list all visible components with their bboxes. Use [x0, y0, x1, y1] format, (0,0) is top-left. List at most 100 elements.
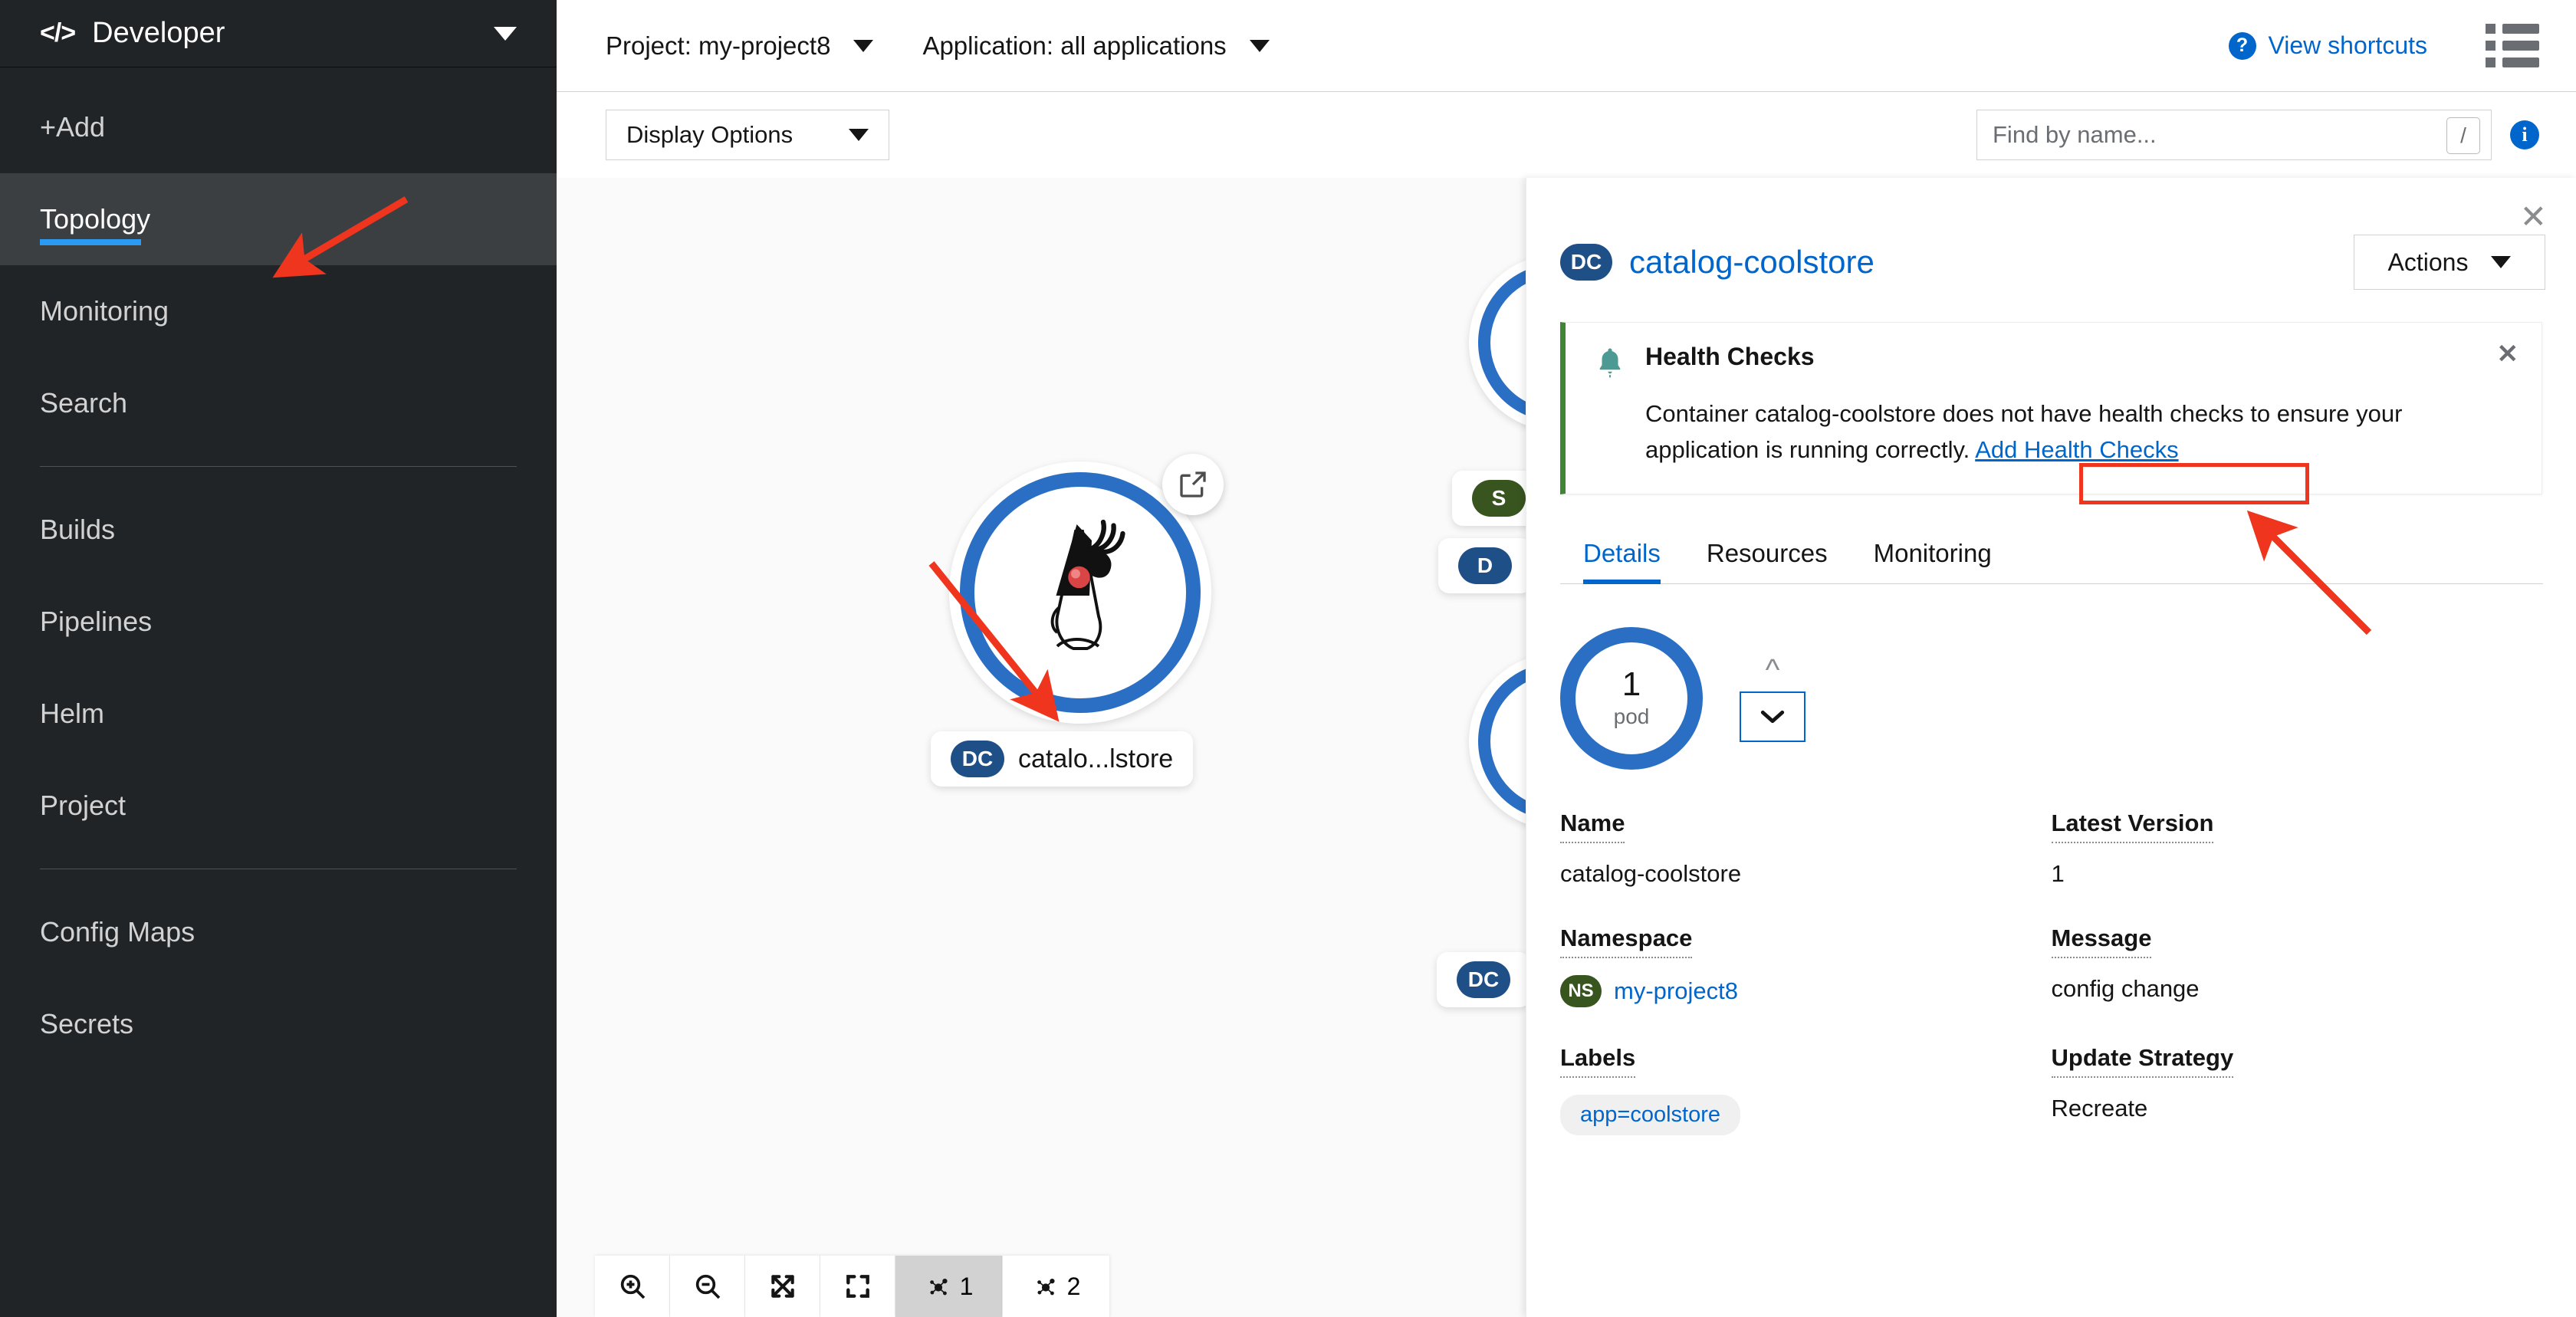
label-chip[interactable]: app=coolstore — [1560, 1095, 1740, 1135]
chevron-down-icon — [1249, 39, 1270, 52]
pod-count: 1 — [1622, 665, 1641, 703]
topology-side-panel: ✕ DC catalog-coolstore Actions ✕ Health … — [1526, 178, 2576, 1317]
find-area: / i — [1976, 110, 2539, 160]
view-shortcuts-button[interactable]: ? View shortcuts — [2228, 31, 2427, 60]
sidebar-item-label: +Add — [40, 111, 106, 143]
external-link-icon[interactable] — [1162, 454, 1224, 515]
resource-kind-badge: DC — [1457, 961, 1510, 998]
sidebar-item-config-maps[interactable]: Config Maps — [0, 886, 557, 978]
tab-resources[interactable]: Resources — [1684, 525, 1851, 583]
field-latest-version: Latest Version 1 — [2051, 810, 2543, 888]
page-title[interactable]: catalog-coolstore — [1629, 244, 1875, 281]
topology-node-label[interactable]: DC catalo...lstore — [931, 731, 1194, 787]
list-row — [2486, 57, 2539, 67]
field-message: Message config change — [2051, 925, 2543, 1007]
search-box[interactable]: / — [1976, 110, 2492, 160]
resource-kind-badge: S — [1472, 480, 1526, 517]
sidebar-item-label: Pipelines — [40, 606, 153, 637]
scale-down-button[interactable] — [1740, 691, 1806, 742]
sidebar-item-monitoring[interactable]: Monitoring — [0, 265, 557, 357]
project-selector[interactable]: Project: my-project8 — [606, 31, 874, 61]
namespace-link[interactable]: my-project8 — [1614, 977, 1738, 1005]
pod-unit-label: pod — [1613, 704, 1650, 728]
sidebar-item-add[interactable]: +Add — [0, 81, 557, 173]
pod-ring-group: 1 pod ^ — [1526, 584, 2576, 770]
topology-toolbar: Display Options / i — [557, 92, 2576, 178]
add-health-checks-link[interactable]: Add Health Checks — [1975, 436, 2178, 463]
slash-shortcut-hint: / — [2446, 117, 2480, 154]
field-value: Recreate — [2051, 1095, 2148, 1122]
application-selector-label: Application: all applications — [922, 31, 1227, 60]
sidebar-item-label: Topology — [40, 203, 151, 235]
chevron-up-icon[interactable]: ^ — [1766, 655, 1780, 685]
alert-close-icon[interactable]: ✕ — [2497, 341, 2519, 367]
sidebar-item-builds[interactable]: Builds — [0, 484, 557, 576]
search-input[interactable] — [1993, 121, 2391, 149]
sidebar-item-label: Builds — [40, 514, 116, 545]
sidebar: </> Developer +Add Topology Monitoring S… — [0, 0, 557, 1317]
group-count-2-button[interactable]: 2 — [1003, 1256, 1110, 1317]
tab-label: Details — [1583, 539, 1661, 567]
field-name: Name catalog-coolstore — [1560, 810, 2052, 888]
zoom-in-button[interactable] — [595, 1256, 670, 1317]
field-value: config change — [2051, 975, 2200, 1002]
panel-header: DC catalog-coolstore Actions — [1526, 178, 2576, 290]
namespace-badge: NS — [1560, 975, 1602, 1007]
topology-view-controls: 1 2 — [595, 1256, 1110, 1317]
pod-ring[interactable]: 1 pod — [1560, 627, 1703, 770]
tab-details[interactable]: Details — [1560, 525, 1684, 584]
list-row — [2486, 24, 2539, 34]
application-selector[interactable]: Application: all applications — [922, 31, 1270, 61]
chevron-down-icon — [494, 26, 517, 41]
chevron-down-icon — [2491, 256, 2512, 268]
field-value: NS my-project8 — [1560, 975, 2052, 1007]
reset-view-button[interactable] — [820, 1256, 895, 1317]
topology-node-label[interactable]: DC — [1437, 952, 1530, 1007]
resource-kind-badge: DC — [951, 741, 1004, 777]
list-row — [2486, 41, 2539, 51]
tab-monitoring[interactable]: Monitoring — [1851, 525, 2015, 583]
sidebar-item-label: Monitoring — [40, 295, 169, 327]
details-fields: Name catalog-coolstore Latest Version 1 … — [1526, 770, 2576, 1135]
display-options-button[interactable]: Display Options — [606, 110, 889, 160]
sidebar-item-search[interactable]: Search — [0, 357, 557, 449]
alert-title: Health Checks — [1645, 343, 1815, 370]
field-label: Message — [2051, 925, 2152, 958]
active-indicator — [40, 239, 141, 245]
openshift-console: </> Developer +Add Topology Monitoring S… — [0, 0, 2576, 1317]
field-label: Latest Version — [2051, 810, 2214, 843]
info-icon[interactable]: i — [2510, 120, 2539, 149]
field-value: app=coolstore — [1560, 1095, 2052, 1135]
sidebar-item-secrets[interactable]: Secrets — [0, 978, 557, 1070]
field-labels: Labels app=coolstore — [1560, 1044, 2052, 1135]
sidebar-item-label: Config Maps — [40, 916, 196, 948]
sidebar-item-project[interactable]: Project — [0, 760, 557, 852]
field-label: Update Strategy — [2051, 1044, 2234, 1078]
sidebar-divider-1 — [40, 466, 517, 467]
topology-node-label[interactable]: D — [1438, 538, 1532, 593]
sidebar-item-label: Project — [40, 790, 127, 821]
panel-title-group: DC catalog-coolstore — [1560, 244, 1875, 281]
sidebar-item-helm[interactable]: Helm — [0, 668, 557, 760]
field-label: Namespace — [1560, 925, 1693, 958]
perspective-label: Developer — [92, 17, 225, 49]
group-count-1-button[interactable]: 1 — [895, 1256, 1003, 1317]
resource-kind-badge: D — [1458, 547, 1512, 584]
actions-button[interactable]: Actions — [2354, 235, 2545, 290]
project-selector-label: Project: my-project8 — [606, 31, 831, 60]
top-bar: Project: my-project8 Application: all ap… — [557, 0, 2576, 92]
sidebar-item-label: Helm — [40, 698, 105, 729]
list-view-icon[interactable] — [2486, 24, 2539, 67]
field-update-strategy: Update Strategy Recreate — [2051, 1044, 2543, 1135]
alert-body: Container catalog-coolstore does not hav… — [1645, 396, 2458, 468]
bell-icon — [1599, 348, 1621, 378]
fit-to-screen-button[interactable] — [745, 1256, 820, 1317]
zoom-out-button[interactable] — [670, 1256, 745, 1317]
tab-label: Resources — [1706, 539, 1828, 567]
chevron-down-icon — [853, 39, 874, 52]
panel-tabs: Details Resources Monitoring — [1560, 525, 2543, 584]
perspective-switcher[interactable]: </> Developer — [0, 0, 557, 67]
sidebar-item-pipelines[interactable]: Pipelines — [0, 576, 557, 668]
close-icon[interactable]: ✕ — [2520, 201, 2547, 233]
sidebar-item-topology[interactable]: Topology — [0, 173, 557, 265]
